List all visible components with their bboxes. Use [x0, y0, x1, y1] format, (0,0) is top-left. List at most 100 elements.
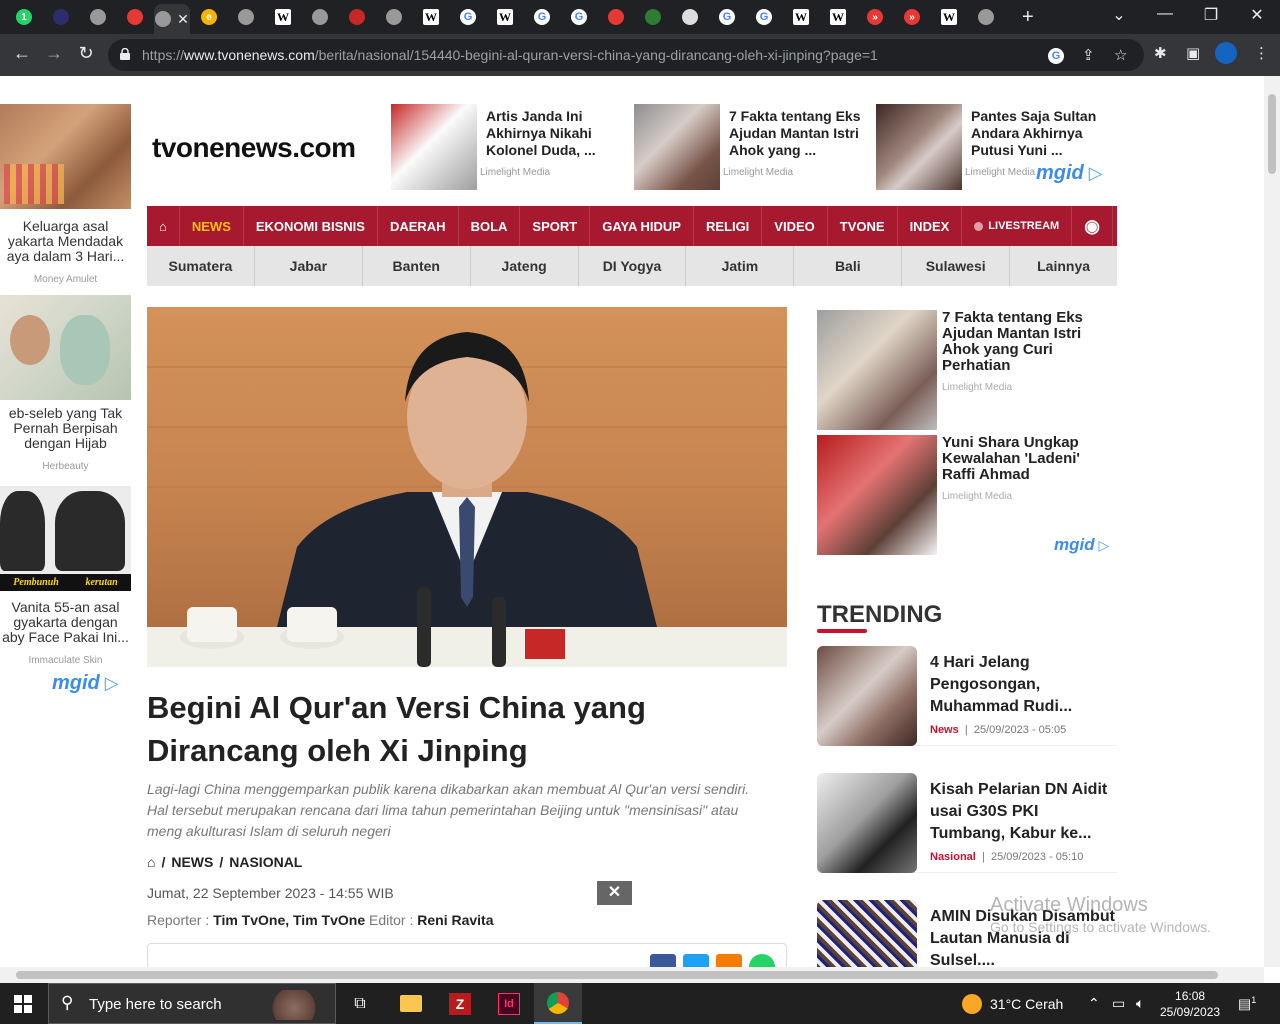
browser-tab[interactable]: W: [487, 4, 523, 30]
facebook-share-icon[interactable]: [650, 954, 676, 967]
subnav-item-sumatera[interactable]: Sumatera: [147, 246, 255, 286]
subnav-item-bali[interactable]: Bali: [794, 246, 903, 286]
windows-start-icon[interactable]: [14, 995, 32, 1013]
ad-image[interactable]: [0, 104, 131, 209]
mgid-logo[interactable]: mgid ▷: [1036, 162, 1103, 185]
trending-item[interactable]: Kisah Pelarian DN Aidit usai G30S PKI Tu…: [817, 773, 1117, 873]
site-logo[interactable]: tvonenews.com: [152, 132, 356, 164]
browser-tab[interactable]: [598, 4, 634, 30]
weather-widget[interactable]: 31°C Cerah: [962, 994, 1063, 1014]
vertical-scrollbar[interactable]: [1264, 76, 1280, 967]
nav-item-video[interactable]: VIDEO: [762, 206, 828, 246]
subnav-item-lainnya[interactable]: Lainnya: [1010, 246, 1117, 286]
network-icon[interactable]: ▭: [1112, 995, 1125, 1012]
chrome-taskbar-icon[interactable]: [534, 983, 582, 1024]
subnav-item-jabar[interactable]: Jabar: [255, 246, 363, 286]
nav-item-daerah[interactable]: DAERAH: [378, 206, 459, 246]
ad-title[interactable]: Keluarga asal yakarta Mendadak aya dalam…: [0, 219, 131, 264]
scrollbar-thumb[interactable]: [16, 971, 1218, 979]
nav-item-gaya-hidup[interactable]: GAYA HIDUP: [590, 206, 694, 246]
tab-search-icon[interactable]: ⌄: [1104, 5, 1134, 25]
search-icon[interactable]: ⚲: [1113, 206, 1150, 246]
close-ad-button[interactable]: ✕: [597, 881, 632, 905]
browser-tab[interactable]: W: [265, 4, 301, 30]
mgid-logo[interactable]: mgid ▷: [52, 672, 119, 695]
ad-image[interactable]: [0, 295, 131, 400]
browser-tab[interactable]: e: [191, 4, 227, 30]
browser-tab[interactable]: »: [857, 4, 893, 30]
notification-center-icon[interactable]: ▤1: [1238, 995, 1256, 1013]
browser-tab[interactable]: G: [524, 4, 560, 30]
header-ad[interactable]: 7 Fakta tentang Eks Ajudan Mantan Istri …: [634, 104, 869, 190]
subnav-item-sulawesi[interactable]: Sulawesi: [902, 246, 1011, 286]
user-icon[interactable]: ◉: [1072, 206, 1113, 246]
browser-tab[interactable]: »: [894, 4, 930, 30]
sidebar-ad[interactable]: 7 Fakta tentang Eks Ajudan Mantan Istri …: [817, 310, 1117, 430]
browser-tab[interactable]: W: [820, 4, 856, 30]
new-tab-button[interactable]: +: [1022, 6, 1034, 29]
trending-item[interactable]: 4 Hari Jelang Pengosongan, Muhammad Rudi…: [817, 646, 1117, 746]
filezilla-icon[interactable]: Z: [436, 983, 484, 1024]
browser-tab[interactable]: [968, 4, 1004, 30]
file-explorer-icon[interactable]: [387, 983, 435, 1024]
extensions-icon[interactable]: ✱: [1154, 44, 1167, 62]
header-ad[interactable]: Pantes Saja Sultan Andara Akhirnya Putus…: [876, 104, 1116, 190]
browser-tab[interactable]: ✕: [154, 4, 190, 34]
reload-icon[interactable]: ↻: [72, 43, 100, 64]
browser-tab[interactable]: W: [783, 4, 819, 30]
tray-chevron-icon[interactable]: ⌃: [1088, 995, 1100, 1012]
horizontal-scrollbar[interactable]: [0, 967, 1264, 983]
browser-tab[interactable]: [339, 4, 375, 30]
subnav-item-jateng[interactable]: Jateng: [471, 246, 579, 286]
browser-tab[interactable]: W: [413, 4, 449, 30]
minimize-icon[interactable]: —: [1150, 5, 1180, 23]
ad-title[interactable]: eb-seleb yang Tak Pernah Berpisah dengan…: [0, 406, 131, 451]
browser-tab[interactable]: [635, 4, 671, 30]
browser-tab[interactable]: W: [931, 4, 967, 30]
browser-tab[interactable]: [302, 4, 338, 30]
browser-tab[interactable]: G: [561, 4, 597, 30]
reporter-name[interactable]: Tim TvOne, Tim TvOne: [213, 912, 365, 928]
whatsapp-share-icon[interactable]: [749, 954, 775, 967]
bookmark-star-icon[interactable]: ☆: [1114, 46, 1127, 64]
scrollbar-thumb[interactable]: [1268, 94, 1276, 174]
browser-tab[interactable]: [228, 4, 264, 30]
browser-tab[interactable]: G: [450, 4, 486, 30]
subnav-item-jatim[interactable]: Jatim: [686, 246, 795, 286]
nav-item-index[interactable]: INDEX: [898, 206, 963, 246]
browser-tab[interactable]: G: [709, 4, 745, 30]
system-clock[interactable]: 16:08 25/09/2023: [1160, 988, 1220, 1020]
indesign-icon[interactable]: Id: [485, 983, 533, 1024]
google-lens-icon[interactable]: G: [1048, 46, 1064, 64]
browser-tab[interactable]: [117, 4, 153, 30]
taskbar-search-box[interactable]: ⚲ Type here to search: [48, 983, 336, 1024]
subnav-item-di-yogya[interactable]: DI Yogya: [579, 246, 687, 286]
volume-icon[interactable]: 🔈︎: [1136, 995, 1144, 1012]
breadcrumb-news[interactable]: NEWS: [171, 854, 213, 870]
header-ad[interactable]: Artis Janda Ini Akhirnya Nikahi Kolonel …: [391, 104, 626, 190]
close-tab-icon[interactable]: ✕: [177, 11, 189, 28]
browser-tab[interactable]: G: [746, 4, 782, 30]
email-share-icon[interactable]: [716, 954, 742, 967]
profile-avatar[interactable]: [1215, 42, 1237, 64]
side-panel-icon[interactable]: ▣: [1186, 44, 1200, 62]
nav-item-bola[interactable]: BOLA: [459, 206, 521, 246]
ad-image[interactable]: Pembunuh kerutan: [0, 486, 131, 591]
home-icon[interactable]: ⌂: [147, 206, 180, 246]
nav-item-sport[interactable]: SPORT: [520, 206, 591, 246]
browser-tab[interactable]: [376, 4, 412, 30]
nav-item-livestream[interactable]: LIVESTREAM: [962, 206, 1073, 246]
forward-icon[interactable]: →: [40, 43, 68, 64]
close-window-icon[interactable]: ✕: [1242, 5, 1272, 25]
back-icon[interactable]: ←: [8, 43, 36, 64]
nav-item-ekonomi-bisnis[interactable]: EKONOMI BISNIS: [244, 206, 378, 246]
home-icon[interactable]: ⌂: [147, 854, 155, 870]
address-bar[interactable]: https://www.tvonenews.com/berita/nasiona…: [108, 39, 1144, 71]
breadcrumb-nasional[interactable]: NASIONAL: [229, 854, 302, 870]
browser-tab[interactable]: [43, 4, 79, 30]
menu-icon[interactable]: ⋮: [1254, 44, 1269, 62]
nav-item-news[interactable]: NEWS: [180, 206, 244, 246]
maximize-icon[interactable]: ❐: [1196, 5, 1226, 25]
ad-title[interactable]: Vanita 55-an asal gyakarta dengan aby Fa…: [0, 600, 131, 645]
nav-item-tvone[interactable]: TVONE: [828, 206, 898, 246]
